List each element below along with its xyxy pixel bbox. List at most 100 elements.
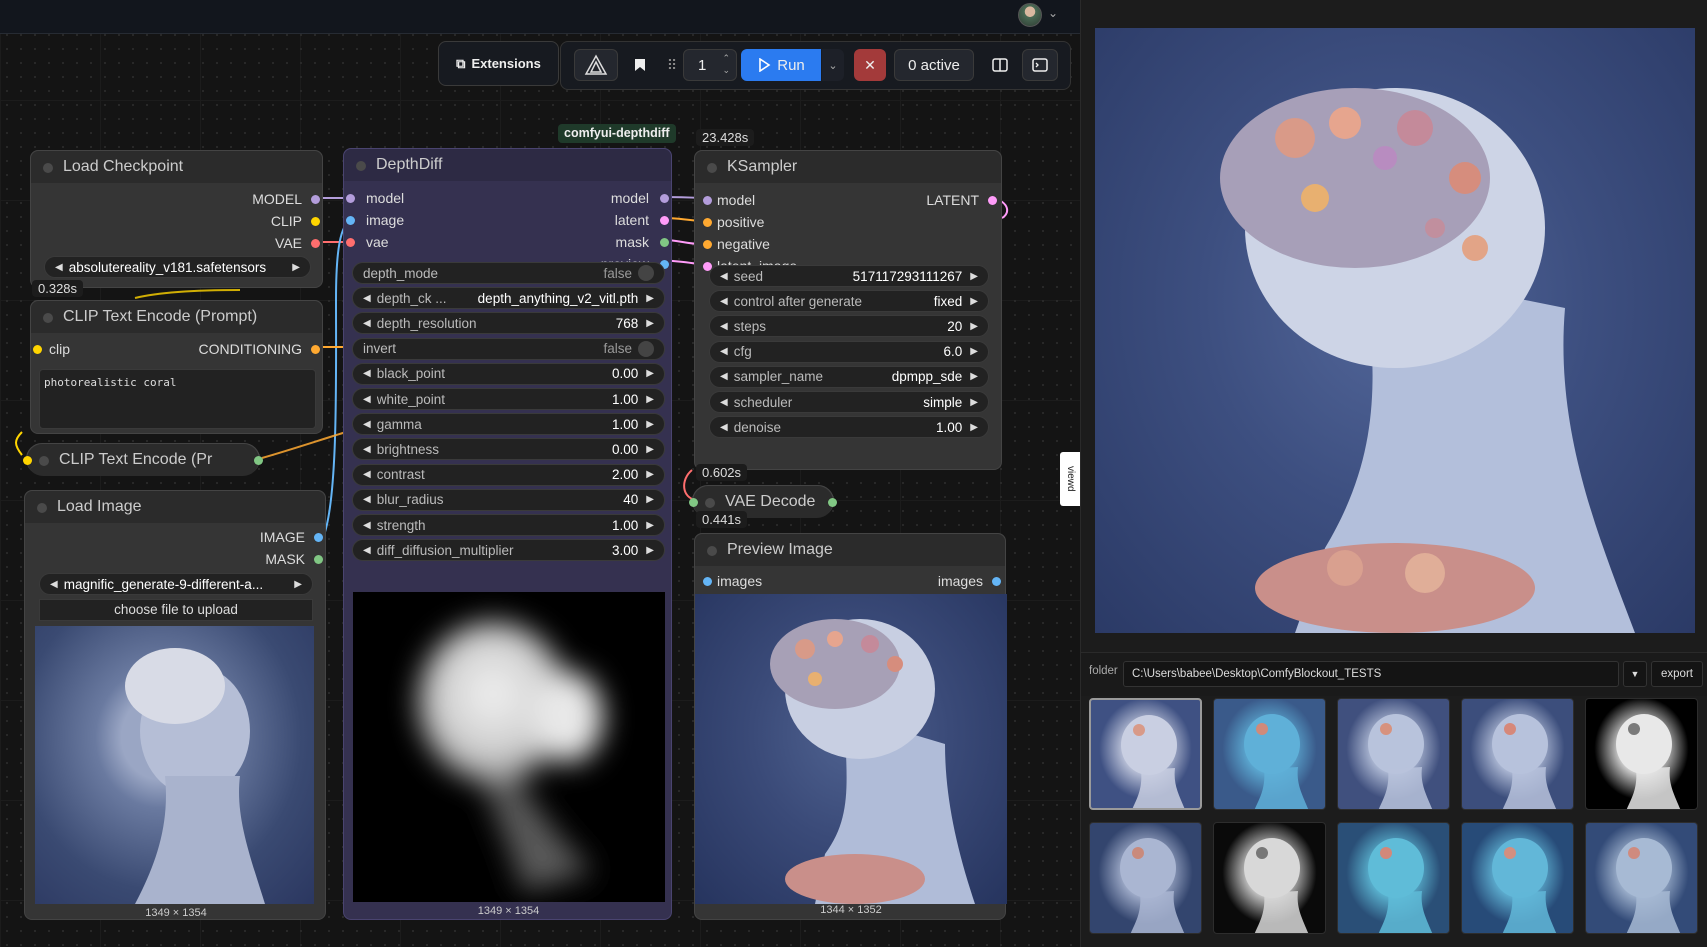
arrow-right-icon[interactable]: ▶ [646, 545, 654, 556]
output-dot[interactable] [828, 498, 837, 507]
thumbnail-10[interactable] [1585, 822, 1698, 934]
input-clip-dot[interactable] [33, 345, 42, 354]
depthdiff-node[interactable]: DepthDiff model image vae model latent m… [343, 148, 672, 920]
widget-depth-resolution[interactable]: ◀ depth_resolution 768 ▶ [352, 312, 665, 335]
ckpt-name-combo[interactable]: ◀ absolutereality_v181.safetensors ▶ [44, 256, 311, 278]
node-canvas[interactable]: ⌄ ⧉ Extensions ⠿ 1 ⌃ ⌄ Run ⌄ ✕ 0 active … [0, 0, 1080, 947]
widget-gamma[interactable]: ◀ gamma 1.00 ▶ [352, 413, 665, 436]
arrow-right-icon[interactable]: ▶ [970, 371, 978, 382]
image-name-combo[interactable]: ◀ magnific_generate-9-different-a... ▶ [39, 573, 313, 595]
output-mask-dot[interactable] [314, 555, 323, 564]
arrow-left-icon[interactable]: ◀ [720, 346, 728, 357]
run-button[interactable]: Run [741, 49, 821, 81]
output-conditioning-dot[interactable] [311, 345, 320, 354]
arrow-left-icon[interactable]: ◀ [363, 318, 371, 329]
arrow-right-icon[interactable]: ▶ [646, 394, 654, 405]
output-vae-dot[interactable] [311, 239, 320, 248]
arrow-right-icon[interactable]: ▶ [646, 520, 654, 531]
logo-button[interactable] [574, 49, 618, 81]
drag-handle-icon[interactable]: ⠿ [665, 49, 679, 81]
widget-denoise[interactable]: ◀ denoise 1.00 ▶ [709, 416, 989, 439]
input-clip-dot[interactable] [23, 456, 32, 465]
arrow-left-icon[interactable]: ◀ [363, 494, 371, 505]
arrow-left-icon[interactable]: ◀ [720, 422, 728, 433]
thumbnail-3[interactable] [1337, 698, 1450, 810]
arrow-right-icon[interactable]: ▶ [646, 419, 654, 430]
input-image-dot[interactable] [346, 216, 355, 225]
thumbnail-1[interactable] [1089, 698, 1202, 810]
arrow-right-icon[interactable]: ▶ [646, 368, 654, 379]
preview-image-node[interactable]: Preview Image images images 1344 × 1352 [694, 533, 1007, 920]
prompt-textarea[interactable]: photorealistic coral [39, 369, 316, 429]
output-model-dot[interactable] [311, 195, 320, 204]
widget-invert[interactable]: invert false [352, 337, 665, 360]
arrow-left-icon[interactable]: ◀ [720, 397, 728, 408]
arrow-right-icon[interactable]: ▶ [646, 494, 654, 505]
output-clip-dot[interactable] [311, 217, 320, 226]
arrow-left-icon[interactable]: ◀ [363, 394, 371, 405]
run-options-chevron-icon[interactable]: ⌄ [822, 49, 844, 81]
output-latent-dot[interactable] [988, 196, 997, 205]
widget-depth-ck[interactable]: ◀ depth_ck ... depth_anything_v2_vitl.pth ▶ [352, 287, 665, 310]
arrow-right-icon[interactable]: ▶ [292, 262, 300, 273]
thumbnail-9[interactable] [1461, 822, 1574, 934]
thumbnail-2[interactable] [1213, 698, 1326, 810]
arrow-left-icon[interactable]: ◀ [363, 545, 371, 556]
input-negative-dot[interactable] [703, 240, 712, 249]
arrow-left-icon[interactable]: ◀ [720, 321, 728, 332]
toggle-switch-icon[interactable] [638, 265, 654, 281]
widget-steps[interactable]: ◀ steps 20 ▶ [709, 315, 989, 338]
widget-diff-diffusion-multiplier[interactable]: ◀ diff_diffusion_multiplier 3.00 ▶ [352, 539, 665, 562]
output-dot[interactable] [254, 456, 263, 465]
bookmark-button[interactable] [623, 49, 657, 81]
terminal-button[interactable] [1022, 49, 1058, 81]
load-image-node[interactable]: Load Image IMAGE MASK ◀ magnific_generat… [24, 490, 326, 920]
widget-cfg[interactable]: ◀ cfg 6.0 ▶ [709, 340, 989, 363]
widget-seed[interactable]: ◀ seed 517117293111267 ▶ [709, 265, 989, 287]
input-model-dot[interactable] [346, 194, 355, 203]
arrow-right-icon[interactable]: ▶ [646, 318, 654, 329]
widget-scheduler[interactable]: ◀ scheduler simple ▶ [709, 391, 989, 413]
arrow-right-icon[interactable]: ▶ [970, 422, 978, 433]
arrow-left-icon[interactable]: ◀ [363, 520, 371, 531]
queue-count-input[interactable]: 1 ⌃ ⌄ [683, 49, 737, 81]
arrow-right-icon[interactable]: ▶ [646, 444, 654, 455]
arrow-right-icon[interactable]: ▶ [294, 579, 302, 590]
clip-text-encode-node[interactable]: CLIP Text Encode (Prompt) clip CONDITION… [30, 300, 323, 434]
output-images-dot[interactable] [992, 577, 1001, 586]
side-panel-tab[interactable]: viewd [1060, 452, 1080, 506]
toggle-panel-button[interactable] [984, 49, 1016, 81]
arrow-left-icon[interactable]: ◀ [363, 293, 371, 304]
widget-blur-radius[interactable]: ◀ blur_radius 40 ▶ [352, 488, 665, 511]
input-dot[interactable] [689, 498, 698, 507]
folder-dropdown-chevron-icon[interactable]: ▼ [1623, 661, 1647, 687]
thumbnail-7[interactable] [1213, 822, 1326, 934]
thumbnail-5[interactable] [1585, 698, 1698, 810]
input-positive-dot[interactable] [703, 218, 712, 227]
stepper-arrows-icon[interactable]: ⌃ ⌄ [722, 52, 730, 76]
extensions-button[interactable]: ⧉ Extensions [438, 41, 559, 86]
stop-button[interactable]: ✕ [854, 49, 886, 81]
widget-contrast[interactable]: ◀ contrast 2.00 ▶ [352, 463, 665, 486]
arrow-left-icon[interactable]: ◀ [720, 371, 728, 382]
input-images-dot[interactable] [703, 577, 712, 586]
arrow-right-icon[interactable]: ▶ [970, 346, 978, 357]
arrow-right-icon[interactable]: ▶ [970, 271, 978, 282]
toggle-switch-icon[interactable] [638, 340, 654, 357]
input-vae-dot[interactable] [346, 238, 355, 247]
thumbnail-8[interactable] [1337, 822, 1450, 934]
widget-depth-mode[interactable]: depth_mode false [352, 262, 665, 284]
input-model-dot[interactable] [703, 196, 712, 205]
active-queue-button[interactable]: 0 active [894, 49, 974, 81]
arrow-right-icon[interactable]: ▶ [970, 296, 978, 307]
thumbnail-6[interactable] [1089, 822, 1202, 934]
output-model-dot[interactable] [660, 194, 669, 203]
arrow-left-icon[interactable]: ◀ [363, 469, 371, 480]
clip-text-encode-collapsed-node[interactable]: CLIP Text Encode (Pr [23, 443, 263, 476]
arrow-left-icon[interactable]: ◀ [363, 419, 371, 430]
upload-button[interactable]: choose file to upload [39, 599, 313, 621]
widget-black-point[interactable]: ◀ black_point 0.00 ▶ [352, 362, 665, 385]
thumbnail-4[interactable] [1461, 698, 1574, 810]
arrow-right-icon[interactable]: ▶ [970, 321, 978, 332]
arrow-left-icon[interactable]: ◀ [363, 444, 371, 455]
